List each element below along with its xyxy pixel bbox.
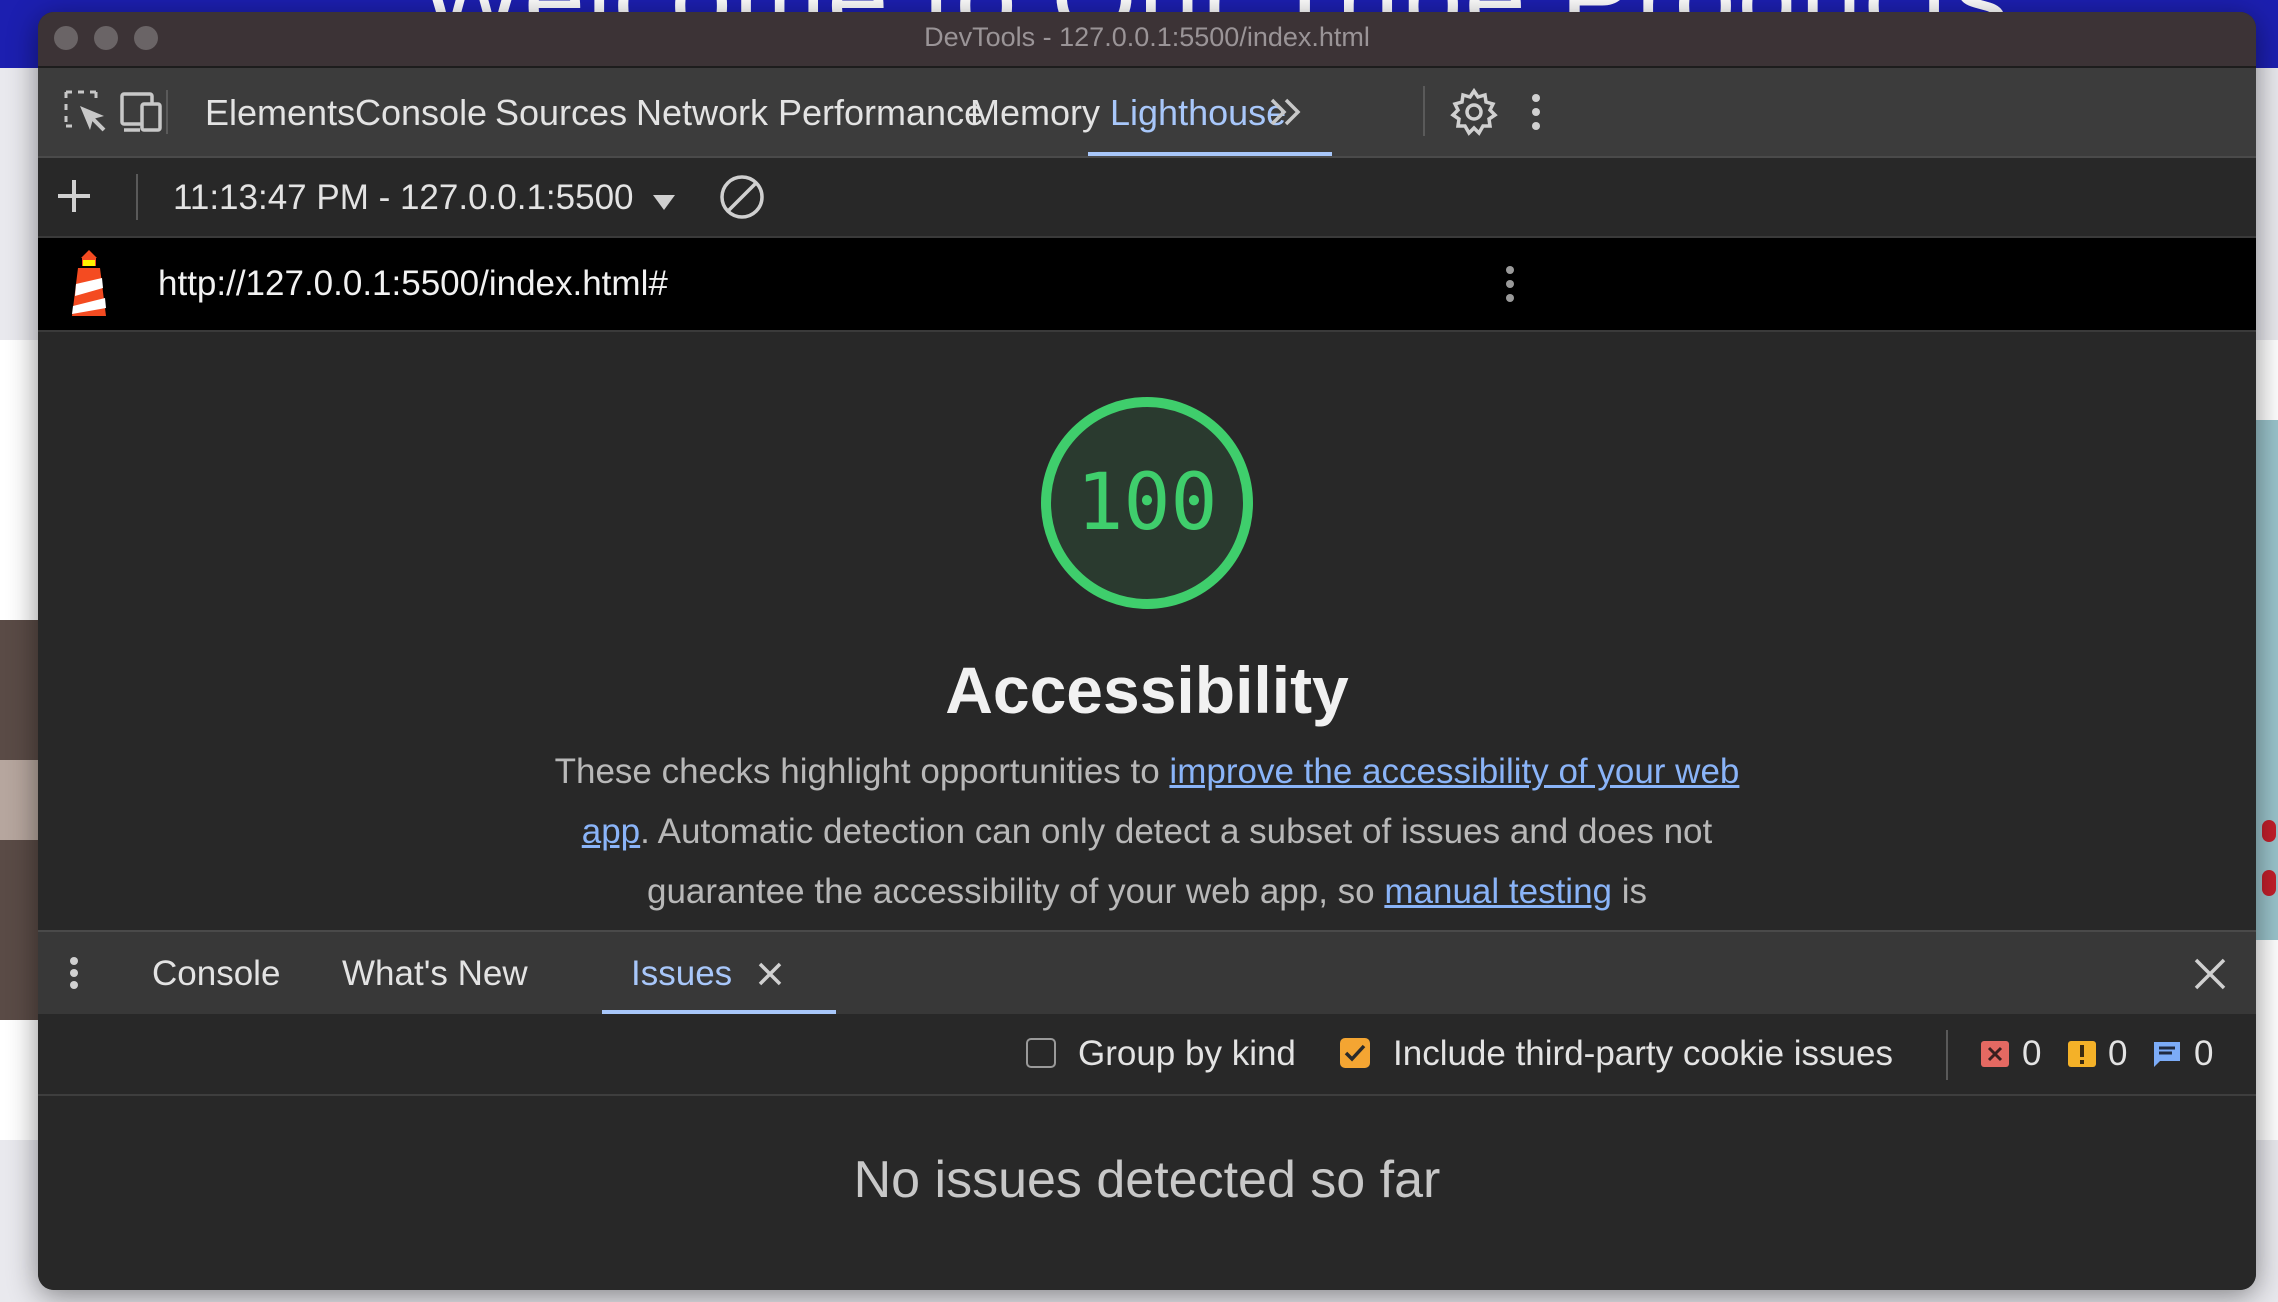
main-toolbar: Elements Console Sources Network Perform…	[38, 68, 2256, 158]
drawer-menu-icon[interactable]	[48, 947, 100, 999]
score-value: 100	[1076, 458, 1218, 548]
tab-sources[interactable]: Sources	[495, 68, 627, 156]
report-selector-label: 11:13:47 PM - 127.0.0.1:5500	[173, 178, 634, 217]
warning-icon	[2067, 1040, 2097, 1068]
drawer-tab-whats-new[interactable]: What's New	[342, 932, 528, 1014]
toolbar-divider	[1946, 1030, 1948, 1080]
group-by-kind-checkbox[interactable]	[1026, 1038, 1056, 1068]
devtools-window: DevTools - 127.0.0.1:5500/index.html Ele…	[38, 12, 2256, 1290]
warning-count: 0	[2108, 1034, 2128, 1073]
inspect-element-icon[interactable]	[60, 86, 112, 138]
category-description: These checks highlight opportunities to …	[538, 742, 1756, 922]
window-title: DevTools - 127.0.0.1:5500/index.html	[924, 22, 1370, 52]
no-issues-message: No issues detected so far	[853, 1151, 1441, 1209]
description-text: These checks highlight opportunities to	[554, 752, 1170, 791]
description-text: is	[1612, 872, 1648, 911]
lighthouse-logo-icon	[64, 250, 114, 320]
kebab-menu-icon[interactable]	[1510, 86, 1562, 138]
new-report-icon[interactable]	[50, 172, 98, 220]
issues-toolbar: Group by kind Include third-party cookie…	[38, 1014, 2256, 1096]
lighthouse-report: 100 Accessibility These checks highlight…	[38, 332, 2256, 930]
active-tab-indicator	[1088, 152, 1332, 156]
tab-lighthouse[interactable]: Lighthouse	[1110, 68, 1286, 156]
manual-testing-link[interactable]: manual testing	[1384, 872, 1612, 911]
close-drawer-icon[interactable]	[2188, 952, 2232, 996]
product-image-right-detail	[2262, 870, 2276, 896]
drawer-tab-issues[interactable]: Issues	[631, 932, 732, 1014]
error-count: 0	[2022, 1034, 2042, 1073]
chevron-down-icon	[653, 160, 676, 240]
window-titlebar: DevTools - 127.0.0.1:5500/index.html	[38, 12, 2256, 68]
toolbar-divider	[136, 174, 138, 220]
report-url: http://127.0.0.1:5500/index.html#	[158, 264, 668, 303]
drawer-tabbar: Console What's New Issues	[38, 930, 2256, 1016]
report-menu-icon[interactable]	[1484, 258, 1536, 310]
lighthouse-toolbar: 11:13:47 PM - 127.0.0.1:5500	[38, 158, 2256, 238]
clear-reports-icon[interactable]	[717, 172, 767, 222]
toolbar-divider	[166, 90, 168, 134]
more-tabs-icon[interactable]	[1264, 90, 1308, 134]
drawer-tab-console[interactable]: Console	[152, 932, 280, 1014]
settings-icon[interactable]	[1448, 86, 1500, 138]
issues-panel: No issues detected so far	[38, 1096, 2256, 1290]
info-count: 0	[2194, 1034, 2214, 1073]
product-image-right-detail	[2262, 820, 2276, 842]
tab-memory[interactable]: Memory	[970, 68, 1100, 156]
device-toolbar-icon[interactable]	[116, 86, 168, 138]
tab-network[interactable]: Network	[636, 68, 768, 156]
product-image-left-detail	[0, 760, 40, 840]
error-icon	[1980, 1040, 2010, 1068]
include-third-party-checkbox[interactable]	[1340, 1038, 1370, 1068]
tab-performance[interactable]: Performance	[778, 68, 984, 156]
close-tab-icon[interactable]	[750, 954, 790, 994]
include-third-party-label: Include third-party cookie issues	[1393, 1034, 1893, 1073]
category-title: Accessibility	[945, 653, 1349, 727]
product-image-right	[2254, 420, 2278, 940]
tab-console[interactable]: Console	[355, 68, 487, 156]
toolbar-divider	[1423, 86, 1425, 136]
tab-elements[interactable]: Elements	[205, 68, 355, 156]
report-url-bar: http://127.0.0.1:5500/index.html#	[38, 238, 2256, 332]
group-by-kind-label: Group by kind	[1078, 1034, 1296, 1073]
checkmark-icon	[1344, 1044, 1366, 1062]
info-message-icon	[2152, 1040, 2182, 1068]
report-selector[interactable]: 11:13:47 PM - 127.0.0.1:5500	[173, 158, 676, 236]
